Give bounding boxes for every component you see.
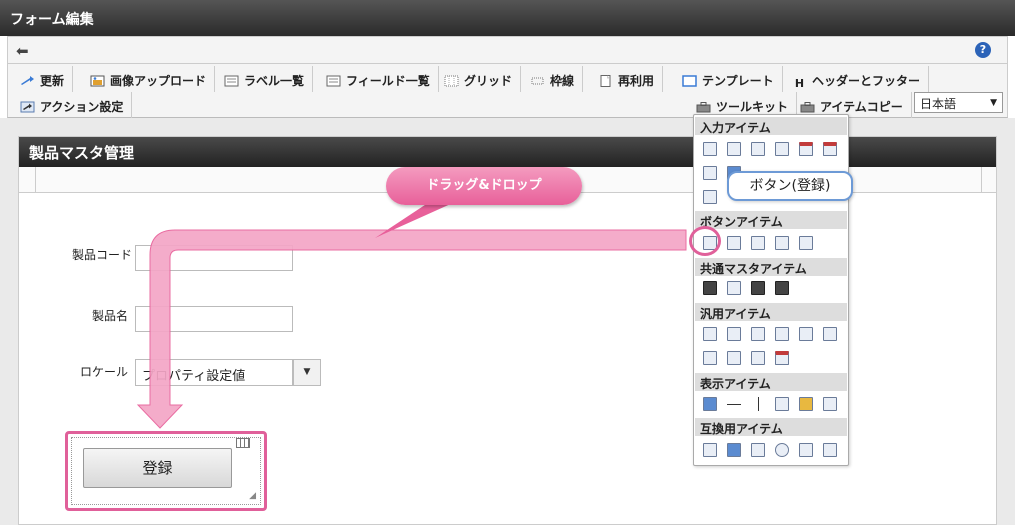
- palette-category-input: 入力アイテム: [695, 117, 847, 135]
- palette-category-master: 共通マスタアイテム: [695, 258, 847, 276]
- card-icon[interactable]: [727, 351, 741, 365]
- back-button-icon[interactable]: [751, 236, 765, 250]
- role-icon[interactable]: [751, 281, 765, 295]
- register-button[interactable]: 登録: [83, 448, 232, 488]
- update-button-icon[interactable]: [727, 236, 741, 250]
- checkbox-icon[interactable]: [751, 443, 765, 457]
- button-callout: ボタン(登録): [727, 171, 853, 201]
- compat-list-icon[interactable]: [727, 443, 741, 457]
- pulldown-icon[interactable]: [799, 443, 813, 457]
- highlight-ring: [689, 226, 721, 256]
- formula-icon[interactable]: [775, 142, 789, 156]
- frame-icon[interactable]: [703, 351, 717, 365]
- textbox-icon[interactable]: [703, 142, 717, 156]
- date-icon[interactable]: [799, 142, 813, 156]
- listbox-icon[interactable]: [823, 443, 837, 457]
- calendar-icon[interactable]: [775, 351, 789, 365]
- user-icon[interactable]: [703, 281, 717, 295]
- file-download-icon[interactable]: [823, 327, 837, 341]
- select-icon[interactable]: [703, 166, 717, 180]
- grid-icon[interactable]: [236, 438, 250, 448]
- drag-drop-badge: ドラッグ&ドロップ: [386, 167, 582, 205]
- upload-icon[interactable]: [703, 190, 717, 204]
- link-button-icon[interactable]: [799, 236, 813, 250]
- textarea-icon[interactable]: [727, 142, 741, 156]
- palette-category-button: ボタンアイテム: [695, 211, 847, 229]
- separator-icon[interactable]: [703, 327, 717, 341]
- number-icon[interactable]: [751, 142, 765, 156]
- button-item-container: 登録 ◢: [71, 437, 261, 505]
- camera-icon[interactable]: [751, 327, 765, 341]
- drop-target-frame: 登録 ◢: [65, 431, 267, 511]
- palette-category-generic: 汎用アイテム: [695, 303, 847, 321]
- image-icon[interactable]: [799, 397, 813, 411]
- label-icon[interactable]: [703, 397, 717, 411]
- file-upload-icon[interactable]: [799, 327, 813, 341]
- vertical-line-icon[interactable]: [758, 397, 759, 411]
- organization-icon[interactable]: [727, 281, 741, 295]
- resize-handle-icon[interactable]: ◢: [249, 491, 256, 501]
- horizontal-line-icon[interactable]: [727, 404, 741, 405]
- tree-icon[interactable]: [751, 351, 765, 365]
- delete-button-icon[interactable]: [775, 236, 789, 250]
- radio-icon[interactable]: [775, 443, 789, 457]
- text-icon[interactable]: [823, 397, 837, 411]
- public-group-icon[interactable]: [775, 281, 789, 295]
- palette-category-compat: 互換用アイテム: [695, 418, 847, 436]
- rectangle-icon[interactable]: [775, 397, 789, 411]
- compat-select-icon[interactable]: [703, 443, 717, 457]
- datetime-icon[interactable]: [823, 142, 837, 156]
- palette-category-display: 表示アイテム: [695, 373, 847, 391]
- search-icon[interactable]: [775, 327, 789, 341]
- document-icon[interactable]: [727, 327, 741, 341]
- toolkit-palette: 入力アイテム ボタンアイテム 共通マスタアイテム 汎用アイテム 表示アイテム 互…: [693, 114, 849, 466]
